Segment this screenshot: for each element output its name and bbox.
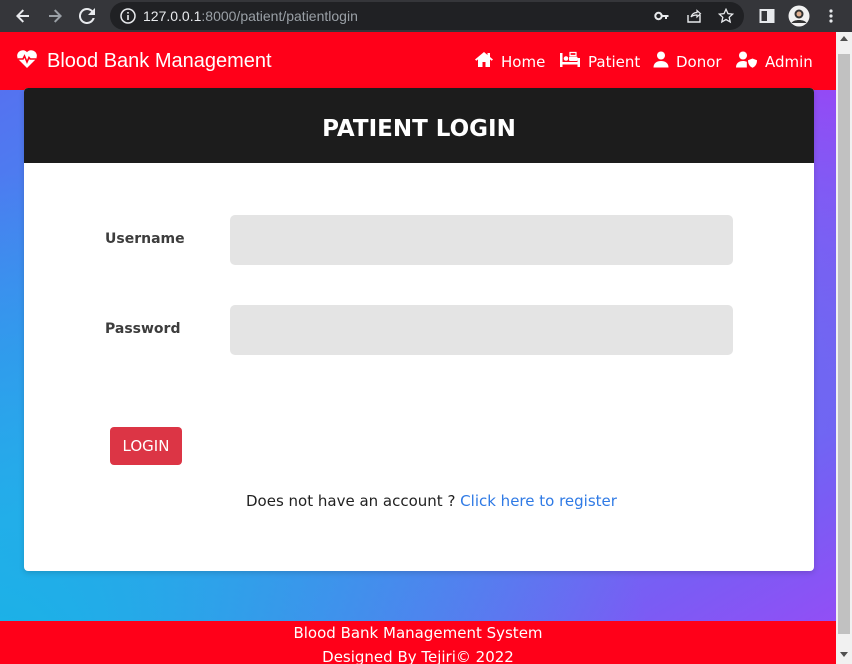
register-prompt-text: Does not have an account ? xyxy=(246,492,461,510)
user-icon xyxy=(653,51,669,72)
side-panel-icon[interactable] xyxy=(756,5,778,27)
brand[interactable]: Blood Bank Management xyxy=(16,49,272,73)
nav-item-donor[interactable]: Donor xyxy=(653,51,722,72)
scroll-down-arrow-icon[interactable] xyxy=(840,652,848,657)
nav-item-home[interactable]: Home xyxy=(474,51,545,72)
site-info-icon[interactable] xyxy=(120,8,136,28)
page-title: PATIENT LOGIN xyxy=(322,115,516,142)
url-text: 127.0.0.1:8000/patient/patientlogin xyxy=(143,8,358,24)
back-icon[interactable] xyxy=(12,5,34,27)
nav-label-home: Home xyxy=(501,52,546,71)
share-icon[interactable] xyxy=(684,6,704,26)
top-navbar: Blood Bank Management Home Patient Donor… xyxy=(0,32,836,90)
username-input[interactable] xyxy=(230,215,733,265)
footer: Blood Bank Management System Designed By… xyxy=(0,621,836,664)
scrollbar-thumb[interactable] xyxy=(838,54,850,634)
nav-label-donor: Donor xyxy=(676,52,722,71)
login-card-header: PATIENT LOGIN xyxy=(24,88,814,163)
login-card: PATIENT LOGIN Username Password LOGIN Do… xyxy=(24,88,814,571)
footer-title: Blood Bank Management System xyxy=(293,624,543,642)
home-icon xyxy=(474,51,494,72)
heartbeat-icon xyxy=(16,49,38,73)
register-prompt: Does not have an account ? Click here to… xyxy=(246,492,617,510)
url-host: 127.0.0.1 xyxy=(143,8,202,24)
address-bar[interactable]: 127.0.0.1:8000/patient/patientlogin xyxy=(110,2,744,30)
password-label: Password xyxy=(105,321,181,337)
login-button[interactable]: LOGIN xyxy=(110,427,182,465)
user-shield-icon xyxy=(736,51,758,72)
brand-name: Blood Bank Management xyxy=(47,49,272,72)
username-label: Username xyxy=(105,231,185,247)
nav-item-patient[interactable]: Patient xyxy=(559,51,640,72)
browser-menu-icon[interactable] xyxy=(820,5,842,27)
register-link[interactable]: Click here to register xyxy=(460,492,617,510)
nav-label-patient: Patient xyxy=(588,52,641,71)
nav-item-admin[interactable]: Admin xyxy=(736,51,813,72)
profile-avatar-icon[interactable] xyxy=(788,5,810,27)
reload-icon[interactable] xyxy=(76,5,98,27)
url-path: :8000/patient/patientlogin xyxy=(201,8,358,24)
forward-icon[interactable] xyxy=(44,5,66,27)
page-scrollbar[interactable] xyxy=(836,32,852,664)
footer-credit: Designed By Tejiri© 2022 xyxy=(322,648,514,664)
patient-bed-icon xyxy=(559,51,581,72)
bookmark-star-icon[interactable] xyxy=(716,6,736,26)
browser-toolbar: 127.0.0.1:8000/patient/patientlogin xyxy=(0,0,852,32)
nav-label-admin: Admin xyxy=(765,52,813,71)
key-icon[interactable] xyxy=(652,6,672,26)
password-input[interactable] xyxy=(230,305,733,355)
scroll-up-arrow-icon[interactable] xyxy=(840,36,848,41)
page-viewport: Blood Bank Management Home Patient Donor… xyxy=(0,32,852,664)
